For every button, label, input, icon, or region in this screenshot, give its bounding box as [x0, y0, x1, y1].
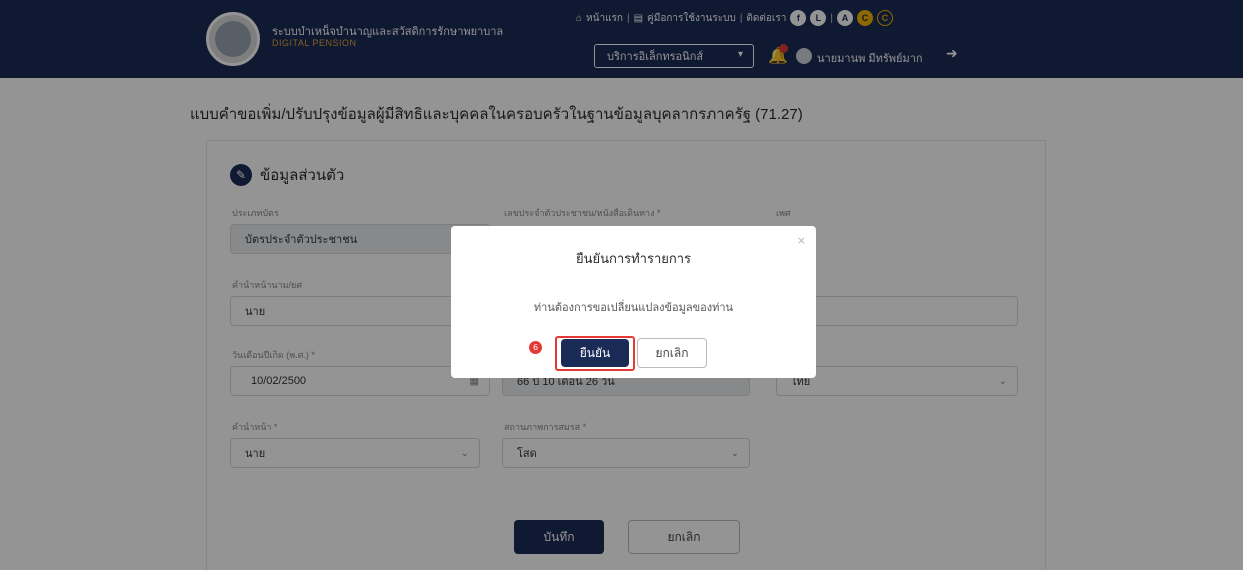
confirm-dialog: × ยืนยันการทำรายการ ท่านต้องการขอเปลี่ยน… — [451, 226, 816, 378]
confirm-button[interactable]: ยืนยัน — [561, 339, 629, 367]
dialog-title: ยืนยันการทำรายการ — [575, 251, 692, 266]
dialog-cancel-button[interactable]: ยกเลิก — [637, 338, 707, 368]
close-icon[interactable]: × — [797, 234, 806, 247]
dialog-message: ท่านต้องการขอเปลี่ยนแปลงข้อมูลของท่าน — [533, 302, 734, 314]
step-marker-badge: 6 — [529, 341, 542, 354]
